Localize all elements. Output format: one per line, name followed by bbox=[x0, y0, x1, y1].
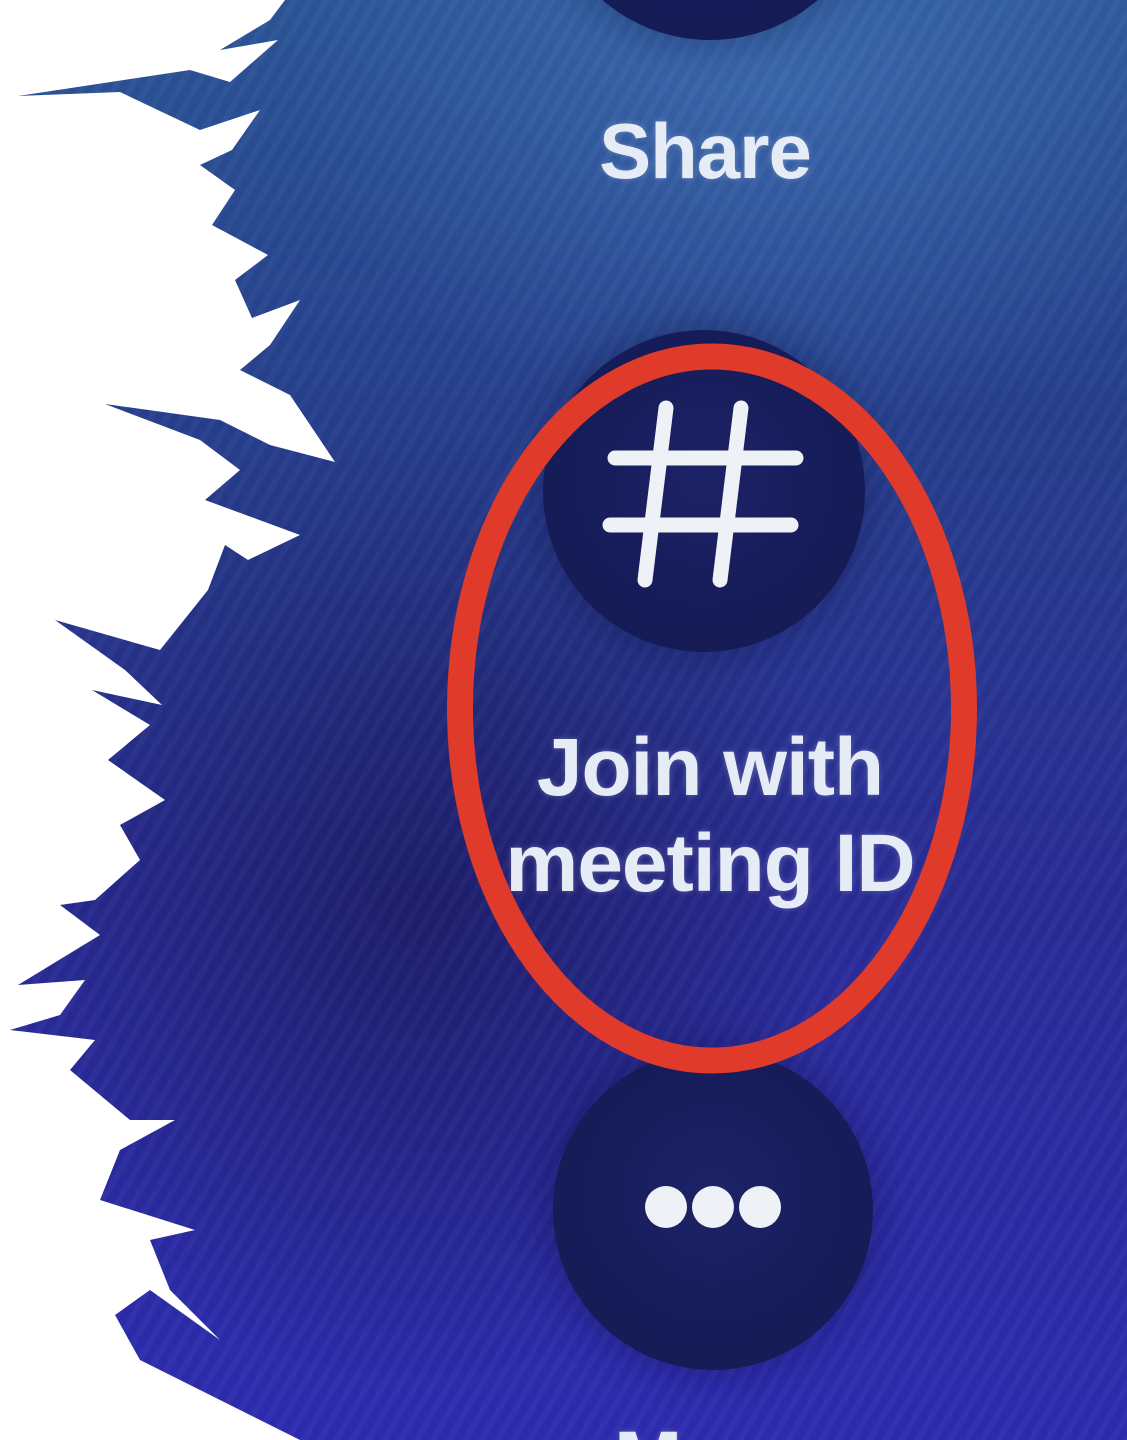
torn-paper-edge bbox=[0, 0, 335, 1440]
app-screen: Share Join with meeting ID More bbox=[0, 0, 1127, 1440]
